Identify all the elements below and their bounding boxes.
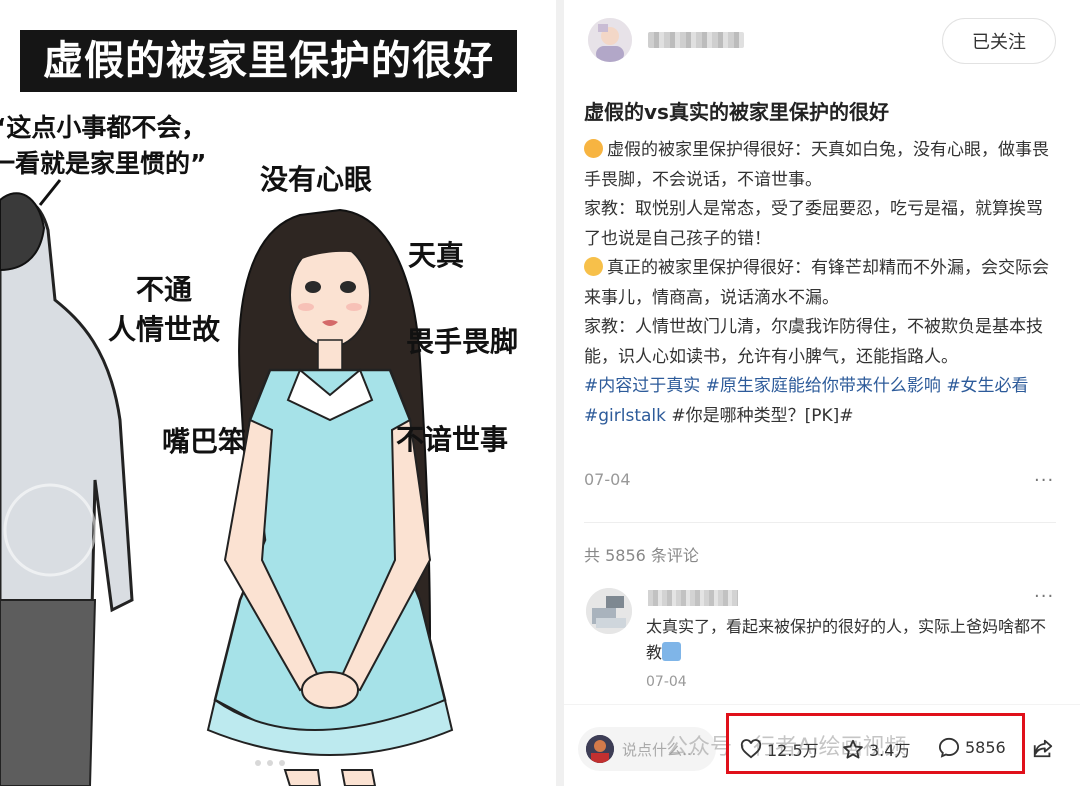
highlight-box: [726, 713, 1025, 774]
panel-divider: [556, 0, 564, 786]
post-date: 07-04: [584, 470, 631, 489]
post-line: 真正的被家里保护得很好：有锋芒却精而不外漏，会交际会来事儿，情商高，说话滴水不漏…: [584, 257, 1049, 308]
post-line: 家教：人情世故门儿清，尔虞我诈防得住，不被欺负是基本技能，识人心如读书，允许有小…: [584, 317, 1043, 367]
post-line: 家教：取悦别人是常态，受了委屈要忍，吃亏是福，就算挨骂了也说是自己孩子的错！: [584, 199, 1043, 249]
share-button[interactable]: [1032, 737, 1054, 763]
author-avatar[interactable]: [588, 18, 632, 62]
carousel-dot[interactable]: [279, 760, 285, 766]
sticker-icon: [662, 642, 682, 661]
carousel-dot[interactable]: [243, 760, 249, 766]
hashtag[interactable]: #原生家庭能给你带来什么影响: [706, 376, 941, 396]
crying-face-icon: [584, 139, 603, 158]
post-more-button[interactable]: ···: [1034, 470, 1054, 491]
comment-input[interactable]: 说点什么...: [578, 727, 716, 771]
label-timid: 畏手畏脚: [406, 325, 519, 358]
comment-placeholder: 说点什么...: [622, 740, 697, 759]
label-clumsy-talk: 嘴巴笨: [162, 425, 247, 458]
section-divider: [584, 522, 1056, 523]
carousel-dots[interactable]: [243, 760, 285, 766]
image-title-banner: 虚假的被家里保护的很好: [20, 30, 517, 92]
label-no-heart: 没有心眼: [260, 163, 373, 196]
my-avatar: [586, 735, 614, 763]
commenter-avatar[interactable]: [586, 588, 632, 634]
comment-date: 07-04: [646, 674, 687, 690]
hashtag-tail: #你是哪种类型？[PK]#: [671, 405, 854, 426]
share-icon: [1033, 739, 1053, 758]
comment-more-button[interactable]: ···: [1034, 586, 1054, 607]
carousel-dot[interactable]: [267, 760, 273, 766]
hashtag-list: #内容过于真实 #原生家庭能给你带来什么影响 #女生必看 #girlstalk …: [584, 372, 1058, 431]
author-name-blurred[interactable]: [648, 32, 744, 48]
post-line: 虚假的被家里保护得很好：天真如白兔，没有心眼，做事畏手畏脚，不会说话，不谙世事。: [584, 139, 1049, 190]
follow-button[interactable]: 已关注: [942, 18, 1056, 64]
label-unworldly: 不谙世事: [396, 423, 509, 456]
post-title: 虚假的vs真实的被家里保护的很好: [584, 100, 889, 124]
hashtag[interactable]: #女生必看: [946, 376, 1028, 396]
post-detail-panel: 已关注 虚假的vs真实的被家里保护的很好 虚假的被家里保护得很好：天真如白兔，没…: [564, 0, 1080, 786]
hashtag[interactable]: #girlstalk: [584, 406, 666, 426]
hashtag[interactable]: #内容过于真实: [584, 376, 700, 396]
commenter-avatar-image: [586, 588, 632, 634]
label-naive: 天真: [408, 239, 465, 272]
bottom-action-bar: 说点什么... 公众号 · 行者AI绘画视频 12.5万 3.4万 5856: [564, 704, 1080, 786]
carousel-dot[interactable]: [255, 760, 261, 766]
smiling-face-icon: [584, 257, 603, 276]
commenter-name-blurred[interactable]: [648, 590, 738, 606]
post-body: 虚假的被家里保护得很好：天真如白兔，没有心眼，做事畏手畏脚，不会说话，不谙世事。…: [584, 136, 1058, 431]
comment-text: 太真实了，看起来被保护的很好的人，实际上爸妈啥都不教: [646, 617, 1047, 662]
avatar-image: [588, 18, 632, 62]
comment-count: 共 5856 条评论: [584, 546, 699, 565]
speech-quote: “这点小事都不会， 一看就是家里惯的”: [0, 113, 207, 178]
label-no-social: 不通 人情世故: [108, 273, 221, 346]
post-image[interactable]: 虚假的被家里保护的很好 “这点小事都不会， 一看就是家里惯的” 没有心眼 天真 …: [0, 0, 556, 786]
